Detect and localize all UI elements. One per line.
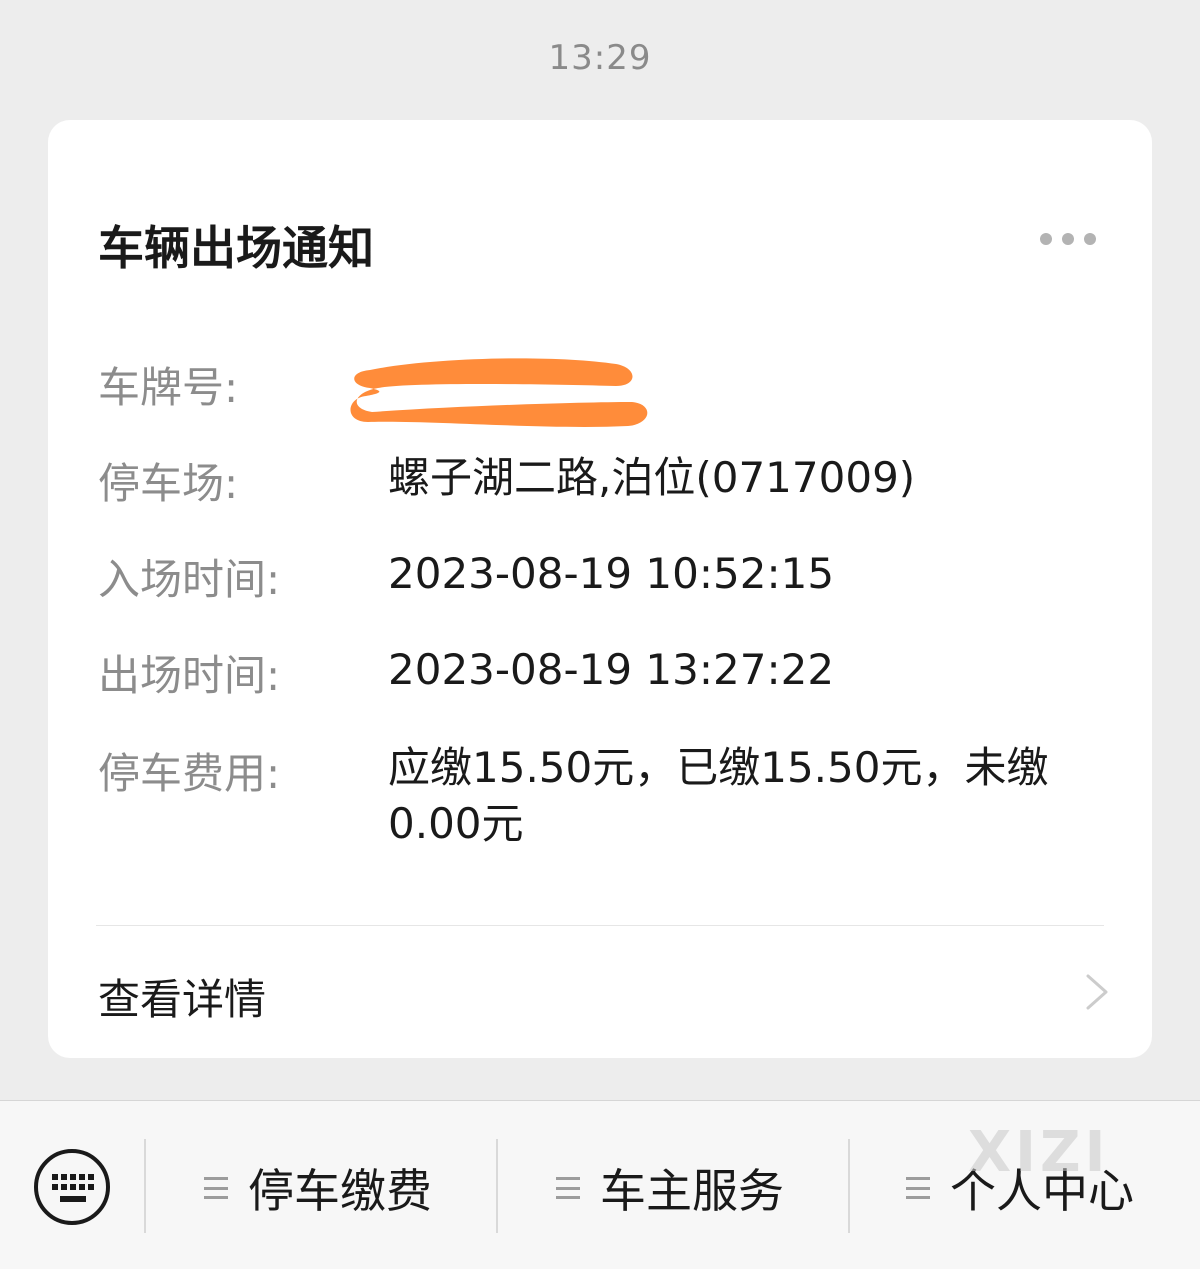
view-details-link[interactable]: 查看详情 bbox=[98, 966, 266, 1027]
entry-time-label: 入场时间: bbox=[98, 555, 281, 604]
menu-owner-services[interactable]: 车主服务 bbox=[556, 1153, 784, 1223]
exit-time-label: 出场时间: bbox=[98, 651, 281, 700]
menu-icon bbox=[906, 1177, 930, 1199]
menu-separator bbox=[848, 1139, 850, 1233]
watermark-logo: XIZI bbox=[968, 1120, 1110, 1185]
keyboard-icon[interactable] bbox=[32, 1147, 112, 1227]
card-title: 车辆出场通知 bbox=[98, 221, 374, 275]
card-divider bbox=[96, 925, 1104, 926]
parking-fee-label: 停车费用: bbox=[98, 749, 281, 798]
menu-separator bbox=[496, 1139, 498, 1233]
message-timestamp: 13:29 bbox=[548, 38, 652, 78]
plate-number-label: 车牌号: bbox=[98, 363, 239, 412]
menu-label: 停车缴费 bbox=[248, 1164, 432, 1218]
menu-icon bbox=[204, 1177, 228, 1199]
exit-time-value: 2023-08-19 13:27:22 bbox=[388, 645, 835, 694]
menu-parking-payment[interactable]: 停车缴费 bbox=[204, 1153, 432, 1223]
menu-label: 车主服务 bbox=[600, 1164, 784, 1218]
parking-lot-label: 停车场: bbox=[98, 459, 239, 508]
menu-separator bbox=[144, 1139, 146, 1233]
parking-lot-value: 螺子湖二路,泊位(0717009) bbox=[388, 453, 916, 502]
chevron-right-icon[interactable] bbox=[1082, 972, 1112, 1012]
menu-icon bbox=[556, 1177, 580, 1199]
parking-fee-value: 应缴15.50元，已缴15.50元，未缴0.00元 bbox=[388, 743, 1049, 848]
redaction-mark bbox=[350, 358, 648, 427]
entry-time-value: 2023-08-19 10:52:15 bbox=[388, 549, 835, 598]
more-horizontal-icon[interactable] bbox=[1040, 232, 1096, 246]
